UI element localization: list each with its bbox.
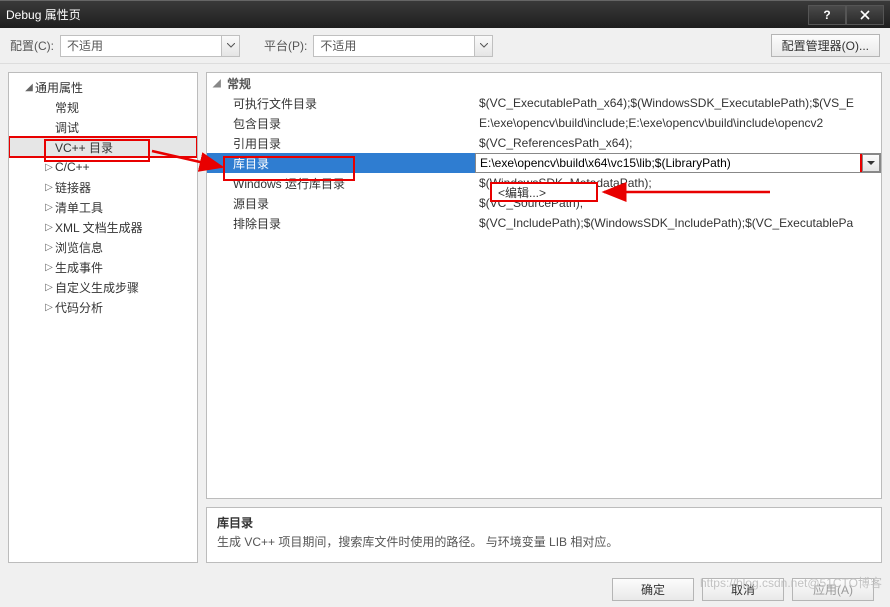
tree-item-label: 生成事件	[55, 259, 103, 276]
property-value[interactable]: $(VC_ExecutablePath_x64);$(WindowsSDK_Ex…	[475, 93, 881, 113]
description-text: 生成 VC++ 项目期间，搜索库文件时使用的路径。 与环境变量 LIB 相对应。	[217, 533, 871, 550]
tree-item-label: 常规	[55, 99, 79, 116]
chevron-down-icon	[867, 161, 875, 166]
property-row[interactable]: 库目录E:\exe\opencv\build\x64\vc15\lib;$(Li…	[207, 153, 881, 173]
property-value[interactable]: $(VC_IncludePath);$(WindowsSDK_IncludePa…	[475, 213, 881, 233]
config-value: 不适用	[67, 37, 103, 54]
watermark: https://blog.csdn.net@51CTO博客	[700, 574, 882, 591]
property-label: 排除目录	[207, 213, 475, 233]
tree-item-label: C/C++	[55, 160, 90, 174]
tree-item[interactable]: ▷清单工具	[9, 197, 197, 217]
platform-label: 平台(P):	[264, 37, 307, 54]
property-label: Windows 运行库目录	[207, 173, 475, 193]
help-button[interactable]: ?	[808, 5, 846, 25]
tree-item-label: 清单工具	[55, 199, 103, 216]
expand-icon: ▷	[43, 282, 55, 293]
property-value[interactable]: E:\exe\opencv\build\x64\vc15\lib;$(Libra…	[475, 153, 881, 173]
property-row[interactable]: 排除目录$(VC_IncludePath);$(WindowsSDK_Inclu…	[207, 213, 881, 233]
property-row[interactable]: 可执行文件目录$(VC_ExecutablePath_x64);$(Window…	[207, 93, 881, 113]
close-button[interactable]	[846, 5, 884, 25]
property-row[interactable]: 引用目录$(VC_ReferencesPath_x64);	[207, 133, 881, 153]
property-label: 可执行文件目录	[207, 93, 475, 113]
tree-item[interactable]: ▷C/C++	[9, 157, 197, 177]
edit-dropdown-item[interactable]: <编辑...>	[490, 182, 598, 202]
config-combobox[interactable]: 不适用	[60, 35, 240, 57]
tree-item-label: 浏览信息	[55, 239, 103, 256]
tree-item[interactable]: ▷代码分析	[9, 297, 197, 317]
expand-icon: ▷	[43, 242, 55, 253]
collapse-icon: ◢	[23, 82, 35, 93]
expand-icon: ▷	[43, 202, 55, 213]
tree-item-label: 自定义生成步骤	[55, 279, 139, 296]
grid-category[interactable]: ◢ 常规	[207, 73, 881, 93]
edit-option-label: <编辑...>	[498, 184, 546, 201]
property-value[interactable]: E:\exe\opencv\build\include;E:\exe\openc…	[475, 113, 881, 133]
platform-combobox[interactable]: 不适用	[313, 35, 493, 57]
property-label: 包含目录	[207, 113, 475, 133]
tree-item-label: XML 文档生成器	[55, 219, 143, 236]
description-title: 库目录	[217, 514, 871, 531]
tree-item-label: 代码分析	[55, 299, 103, 316]
tree-item[interactable]: ▷浏览信息	[9, 237, 197, 257]
tree-item-label: VC++ 目录	[55, 139, 113, 156]
chevron-down-icon	[221, 36, 239, 56]
toolbar: 配置(C): 不适用 平台(P): 不适用 配置管理器(O)...	[0, 28, 890, 64]
property-row[interactable]: 包含目录E:\exe\opencv\build\include;E:\exe\o…	[207, 113, 881, 133]
collapse-icon: ◢	[213, 78, 225, 89]
window-title: Debug 属性页	[6, 6, 808, 23]
tree-item[interactable]: VC++ 目录	[9, 137, 197, 157]
property-label: 引用目录	[207, 133, 475, 153]
expand-icon: ▷	[43, 182, 55, 193]
expand-icon: ▷	[43, 222, 55, 233]
property-value[interactable]: $(VC_ReferencesPath_x64);	[475, 133, 881, 153]
tree-root[interactable]: ◢ 通用属性	[9, 77, 197, 97]
config-label: 配置(C):	[10, 37, 54, 54]
title-bar: Debug 属性页 ?	[0, 0, 890, 28]
tree-item[interactable]: ▷XML 文档生成器	[9, 217, 197, 237]
close-icon	[860, 10, 870, 20]
platform-value: 不适用	[320, 37, 356, 54]
tree-item[interactable]: ▷生成事件	[9, 257, 197, 277]
description-panel: 库目录 生成 VC++ 项目期间，搜索库文件时使用的路径。 与环境变量 LIB …	[206, 507, 882, 563]
tree-item[interactable]: ▷自定义生成步骤	[9, 277, 197, 297]
property-label: 库目录	[207, 153, 475, 173]
tree-item[interactable]: 调试	[9, 117, 197, 137]
expand-icon: ▷	[43, 162, 55, 173]
expand-icon: ▷	[43, 302, 55, 313]
config-manager-button[interactable]: 配置管理器(O)...	[771, 34, 880, 57]
property-grid: ◢ 常规 可执行文件目录$(VC_ExecutablePath_x64);$(W…	[206, 72, 882, 499]
tree-item[interactable]: ▷链接器	[9, 177, 197, 197]
ok-button[interactable]: 确定	[612, 578, 694, 601]
tree-root-label: 通用属性	[35, 79, 83, 96]
property-label: 源目录	[207, 193, 475, 213]
grid-category-label: 常规	[227, 75, 251, 92]
tree-item-label: 调试	[55, 119, 79, 136]
chevron-down-icon	[474, 36, 492, 56]
nav-tree: ◢ 通用属性 常规调试VC++ 目录▷C/C++▷链接器▷清单工具▷XML 文档…	[8, 72, 198, 563]
tree-item[interactable]: 常规	[9, 97, 197, 117]
property-dropdown-button[interactable]	[862, 154, 880, 172]
tree-item-label: 链接器	[55, 179, 91, 196]
expand-icon: ▷	[43, 262, 55, 273]
